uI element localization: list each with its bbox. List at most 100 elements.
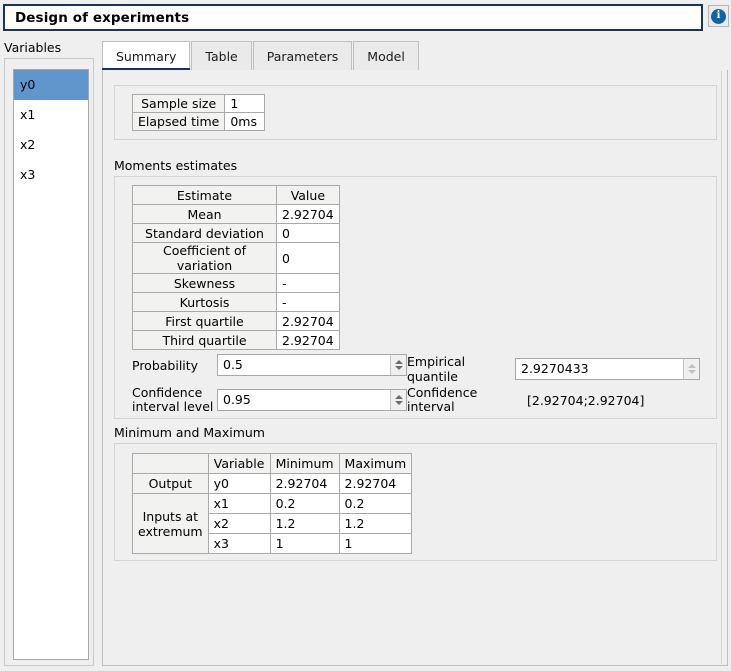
table-row: Third quartile 2.92704 xyxy=(133,331,340,350)
moments-section-label: Moments estimates xyxy=(114,158,237,173)
sample-size-label: Sample size xyxy=(133,95,225,113)
moments-label-mean: Mean xyxy=(133,205,277,224)
moments-value-skewness: - xyxy=(277,274,340,293)
confidence-interval-level-value[interactable] xyxy=(218,390,390,410)
moments-value-standard-deviation: 0 xyxy=(277,224,340,243)
table-row: Kurtosis - xyxy=(133,293,340,312)
chevron-up-icon xyxy=(395,395,403,399)
table-row: First quartile 2.92704 xyxy=(133,312,340,331)
minmax-header-corner xyxy=(133,454,209,474)
window-title-bar: Design of experiments xyxy=(3,4,703,31)
confidence-interval-value: [2.92704;2.92704] xyxy=(527,393,644,408)
table-row: Output y0 2.92704 2.92704 xyxy=(133,474,412,494)
chevron-up-icon xyxy=(688,364,696,368)
probability-label: Probability xyxy=(132,358,217,373)
probability-value[interactable] xyxy=(218,355,390,375)
table-row: Inputs at extremum x1 0.2 0.2 xyxy=(133,494,412,514)
minmax-input-maximum-x3: 1 xyxy=(339,534,412,554)
chevron-down-icon xyxy=(395,401,403,405)
minmax-input-maximum-x1: 0.2 xyxy=(339,494,412,514)
moments-label-skewness: Skewness xyxy=(133,274,277,293)
confidence-interval-level-row: Confidence interval level xyxy=(132,386,407,414)
confidence-interval-level-input[interactable] xyxy=(217,389,407,411)
confidence-interval-level-stepper[interactable] xyxy=(390,390,406,410)
table-row: Skewness - xyxy=(133,274,340,293)
moments-label-standard-deviation: Standard deviation xyxy=(133,224,277,243)
info-button[interactable]: i xyxy=(708,5,729,27)
sample-size-value: 1 xyxy=(225,95,265,113)
variables-label: Variables xyxy=(4,40,61,55)
minmax-input-minimum-x1: 0.2 xyxy=(270,494,339,514)
minmax-header-variable: Variable xyxy=(208,454,270,474)
sidebar-item-x1[interactable]: x1 xyxy=(14,100,88,130)
minmax-output-maximum: 2.92704 xyxy=(339,474,412,494)
moments-value-kurtosis: - xyxy=(277,293,340,312)
minmax-row-label-output: Output xyxy=(133,474,209,494)
confidence-interval-row: Confidence interval [2.92704;2.92704] xyxy=(407,386,644,414)
moments-label-first-quartile: First quartile xyxy=(133,312,277,331)
table-row: Sample size 1 xyxy=(133,95,265,113)
moments-value-first-quartile: 2.92704 xyxy=(277,312,340,331)
minmax-output-variable: y0 xyxy=(208,474,270,494)
moments-label-kurtosis: Kurtosis xyxy=(133,293,277,312)
moments-value-coefficient-of-variation: 0 xyxy=(277,243,340,274)
moments-group: Estimate Value Mean 2.92704 Standard dev… xyxy=(114,176,717,419)
sample-info-group: Sample size 1 Elapsed time 0ms xyxy=(114,85,717,140)
tab-table[interactable]: Table xyxy=(191,41,251,70)
moments-header-estimate: Estimate xyxy=(133,186,277,205)
minmax-row-label-inputs: Inputs at extremum xyxy=(133,494,209,554)
probability-stepper[interactable] xyxy=(390,355,406,375)
moments-label-third-quartile: Third quartile xyxy=(133,331,277,350)
minmax-output-minimum: 2.92704 xyxy=(270,474,339,494)
chevron-down-icon xyxy=(688,370,696,374)
chevron-down-icon xyxy=(395,366,403,370)
elapsed-time-label: Elapsed time xyxy=(133,113,225,131)
chevron-up-icon xyxy=(395,360,403,364)
moments-value-third-quartile: 2.92704 xyxy=(277,331,340,350)
moments-header-value: Value xyxy=(277,186,340,205)
confidence-interval-level-label: Confidence interval level xyxy=(132,386,217,414)
minmax-table: Variable Minimum Maximum Output y0 2.927… xyxy=(132,453,412,554)
minmax-header-maximum: Maximum xyxy=(339,454,412,474)
moments-value-mean: 2.92704 xyxy=(277,205,340,224)
minmax-input-variable-x3: x3 xyxy=(208,534,270,554)
table-header-row: Estimate Value xyxy=(133,186,340,205)
minmax-input-minimum-x3: 1 xyxy=(270,534,339,554)
empirical-quantile-row: Empirical quantile xyxy=(407,354,700,384)
probability-row: Probability xyxy=(132,354,407,376)
empirical-quantile-input[interactable] xyxy=(515,358,700,380)
minmax-group: Variable Minimum Maximum Output y0 2.927… xyxy=(114,443,717,561)
minmax-input-variable-x1: x1 xyxy=(208,494,270,514)
variables-list[interactable]: y0 x1 x2 x3 xyxy=(13,69,89,660)
tab-model[interactable]: Model xyxy=(353,41,419,70)
elapsed-time-value: 0ms xyxy=(225,113,265,131)
table-row: Standard deviation 0 xyxy=(133,224,340,243)
empirical-quantile-stepper[interactable] xyxy=(683,359,699,379)
minmax-input-minimum-x2: 1.2 xyxy=(270,514,339,534)
summary-content-panel: Sample size 1 Elapsed time 0ms Moments e… xyxy=(102,70,728,666)
sample-info-table: Sample size 1 Elapsed time 0ms xyxy=(132,94,265,131)
sidebar-item-x3[interactable]: x3 xyxy=(14,160,88,190)
table-row: Coefficient of variation 0 xyxy=(133,243,340,274)
table-header-row: Variable Minimum Maximum xyxy=(133,454,412,474)
content-scrollbar[interactable] xyxy=(721,71,726,664)
moments-label-coefficient-of-variation: Coefficient of variation xyxy=(133,243,277,274)
tab-bar: Summary Table Parameters Model xyxy=(102,41,728,71)
empirical-quantile-label: Empirical quantile xyxy=(407,354,515,384)
tab-parameters[interactable]: Parameters xyxy=(253,41,353,70)
minmax-input-variable-x2: x2 xyxy=(208,514,270,534)
minmax-section-label: Minimum and Maximum xyxy=(114,425,265,440)
confidence-interval-label: Confidence interval xyxy=(407,386,527,414)
info-icon: i xyxy=(711,9,726,24)
minmax-header-minimum: Minimum xyxy=(270,454,339,474)
tab-summary[interactable]: Summary xyxy=(102,41,190,70)
table-row: Mean 2.92704 xyxy=(133,205,340,224)
probability-input[interactable] xyxy=(217,354,407,376)
sidebar-item-y0[interactable]: y0 xyxy=(14,70,88,100)
table-row: Elapsed time 0ms xyxy=(133,113,265,131)
empirical-quantile-value[interactable] xyxy=(516,359,683,379)
page-title: Design of experiments xyxy=(5,10,189,26)
sidebar-item-x2[interactable]: x2 xyxy=(14,130,88,160)
minmax-input-maximum-x2: 1.2 xyxy=(339,514,412,534)
moments-table: Estimate Value Mean 2.92704 Standard dev… xyxy=(132,185,340,350)
